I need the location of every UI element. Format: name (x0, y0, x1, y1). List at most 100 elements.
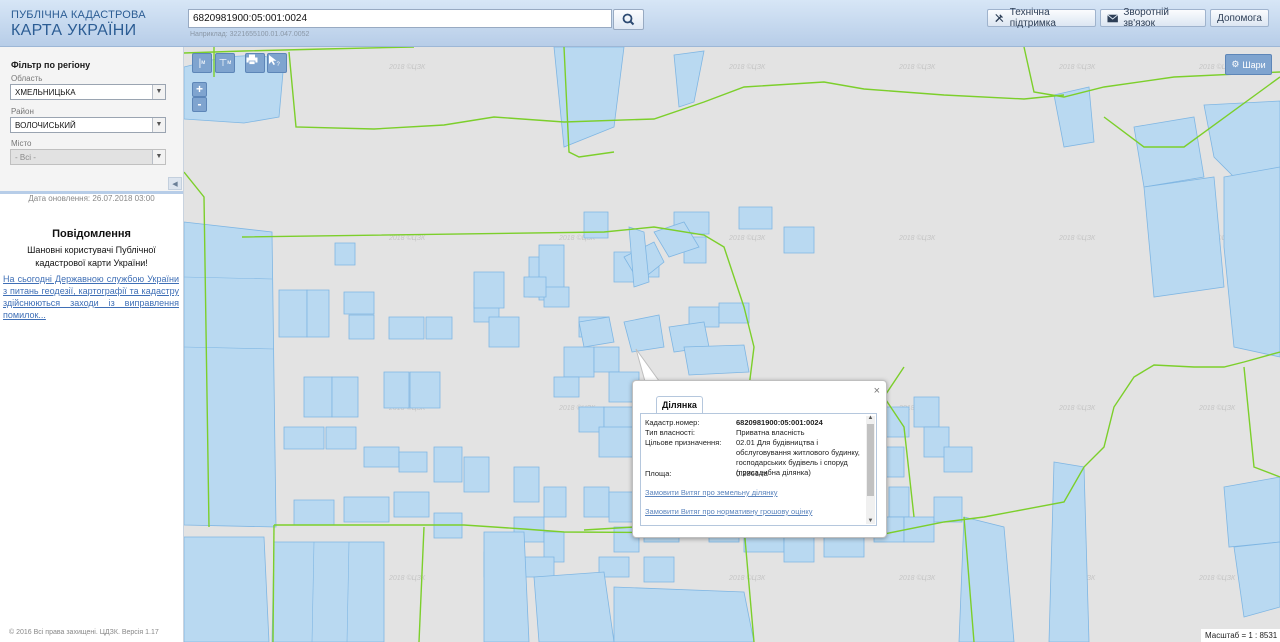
parcel[interactable] (1223, 166, 1280, 358)
parcel[interactable] (1223, 476, 1280, 548)
parcel[interactable] (513, 466, 540, 503)
parcel[interactable] (578, 316, 615, 348)
parcel[interactable] (331, 376, 359, 418)
district-select[interactable]: ВОЛОЧИСЬКИЙ ▼ (10, 117, 166, 133)
parcel[interactable] (388, 316, 425, 340)
parcel[interactable] (553, 376, 580, 398)
order-parcel-extract-link[interactable]: Замовити Витяг про земельну ділянку (645, 488, 778, 497)
row-key: Тип власності: (645, 428, 695, 437)
parcel[interactable] (1048, 461, 1090, 642)
cadastral-search-input[interactable] (188, 9, 612, 28)
parcel[interactable] (293, 499, 335, 526)
parcel[interactable] (278, 289, 308, 338)
parcel[interactable] (683, 344, 750, 376)
parcel[interactable] (306, 289, 330, 338)
parcel-layer[interactable] (184, 47, 1280, 642)
parcel[interactable] (673, 50, 705, 108)
parcel[interactable] (593, 346, 620, 373)
support-button[interactable]: Технічна підтримка (987, 7, 1096, 29)
parcel[interactable] (348, 314, 375, 340)
chevron-down-icon: ▼ (152, 118, 165, 132)
parcel[interactable] (583, 211, 609, 239)
parcel[interactable] (433, 446, 463, 483)
collapse-sidebar-button[interactable]: ◀ (168, 177, 182, 190)
parcel[interactable] (1133, 116, 1205, 188)
parcel[interactable] (409, 371, 441, 409)
parcel[interactable] (383, 371, 410, 409)
tab-parcel[interactable]: Ділянка (656, 396, 703, 414)
region-select[interactable]: ХМЕЛЬНИЦЬКА ▼ (10, 84, 166, 100)
parcel[interactable] (398, 451, 428, 473)
parcel[interactable] (184, 536, 270, 642)
parcel[interactable] (533, 571, 615, 642)
map-canvas[interactable]: 2018 ©ЦЗК 2018 ©ЦЗК 2018 ©ЦЗК 2018 ©ЦЗК 2018… (184, 47, 1280, 642)
help-button[interactable]: Допомога (1210, 9, 1269, 27)
close-popup-button[interactable]: × (874, 385, 880, 397)
row-value: Приватна власність (736, 428, 805, 437)
parcel[interactable] (363, 446, 400, 468)
scrollbar-thumb[interactable] (867, 424, 874, 496)
city-select[interactable]: - Всі - ▼ (10, 149, 166, 165)
parcel[interactable] (523, 556, 555, 578)
parcel[interactable] (543, 486, 567, 518)
identify-button[interactable]: ? (267, 53, 287, 73)
notice-title: Повідомлення (52, 228, 131, 240)
parcel[interactable] (718, 302, 750, 324)
parcel[interactable] (393, 491, 430, 518)
help-label: Допомога (1217, 12, 1262, 24)
row-key: Цільове призначення: (645, 438, 722, 447)
parcel[interactable] (343, 291, 375, 315)
watermark-text: 2018 ©ЦЗК (1058, 234, 1096, 242)
parcel[interactable] (1143, 176, 1225, 298)
feedback-button[interactable]: Зворотній зв'язок (1100, 7, 1206, 29)
zoom-in-button[interactable]: + (192, 82, 207, 97)
parcel[interactable] (543, 286, 570, 308)
print-button[interactable] (245, 53, 265, 73)
parcel[interactable] (483, 531, 530, 642)
scale-indicator: Масштаб = 1 : 8531 (1201, 629, 1280, 642)
parcel[interactable] (613, 586, 755, 642)
parcel[interactable] (523, 276, 547, 298)
parcel[interactable] (738, 206, 773, 230)
popup-body: Кадастр.номер: 6820981900:05:001:0024 Ти… (640, 413, 877, 526)
parcel[interactable] (888, 486, 910, 518)
notice-link[interactable]: На сьогодні Державною службою України з … (3, 273, 179, 321)
parcel[interactable] (623, 314, 665, 353)
parcel[interactable] (271, 541, 385, 642)
layers-label: Шари (1242, 59, 1266, 70)
parcel[interactable] (343, 496, 390, 523)
watermark-text: 2018 ©ЦЗК (898, 574, 936, 582)
search-hint: Наприклад: 3221655100.01.047.0052 (190, 31, 310, 38)
layers-button[interactable]: ⚙ Шари (1225, 54, 1272, 75)
parcel[interactable] (283, 426, 325, 450)
popup-scrollbar[interactable]: ▲ ▼ (866, 415, 875, 524)
parcel[interactable] (463, 456, 490, 493)
logo[interactable]: ПУБЛІЧНА КАДАСТРОВА КАРТА УКРАЇНИ (11, 10, 146, 39)
parcel[interactable] (325, 426, 357, 450)
boundary-line (272, 524, 275, 642)
parcel[interactable] (598, 426, 635, 458)
parcel[interactable] (184, 221, 277, 528)
measure-distance-button[interactable]: | м (192, 53, 212, 73)
parcel[interactable] (425, 316, 453, 340)
zoom-out-button[interactable]: - (192, 97, 207, 112)
measure-area-button[interactable]: ⊤ м (215, 53, 235, 73)
parcel[interactable] (488, 316, 520, 348)
parcel[interactable] (334, 242, 356, 266)
order-valuation-extract-link[interactable]: Замовити Витяг про нормативну грошову оц… (645, 507, 812, 516)
parcel[interactable] (783, 226, 815, 254)
parcel[interactable] (943, 446, 973, 473)
parcel[interactable] (783, 536, 815, 563)
chevron-down-icon: ▼ (152, 150, 165, 164)
parcel[interactable] (643, 556, 675, 583)
parcel[interactable] (473, 271, 505, 309)
parcel[interactable] (303, 376, 333, 418)
search-button[interactable] (613, 9, 644, 30)
parcel[interactable] (933, 496, 963, 523)
parcel[interactable] (913, 396, 940, 428)
map-layer[interactable]: 2018 ©ЦЗК 2018 ©ЦЗК 2018 ©ЦЗК 2018 ©ЦЗК 2018… (184, 47, 1280, 642)
parcel[interactable] (563, 346, 595, 378)
parcel[interactable] (583, 486, 610, 518)
parcel[interactable] (1233, 541, 1280, 618)
parcel[interactable] (958, 516, 1015, 642)
